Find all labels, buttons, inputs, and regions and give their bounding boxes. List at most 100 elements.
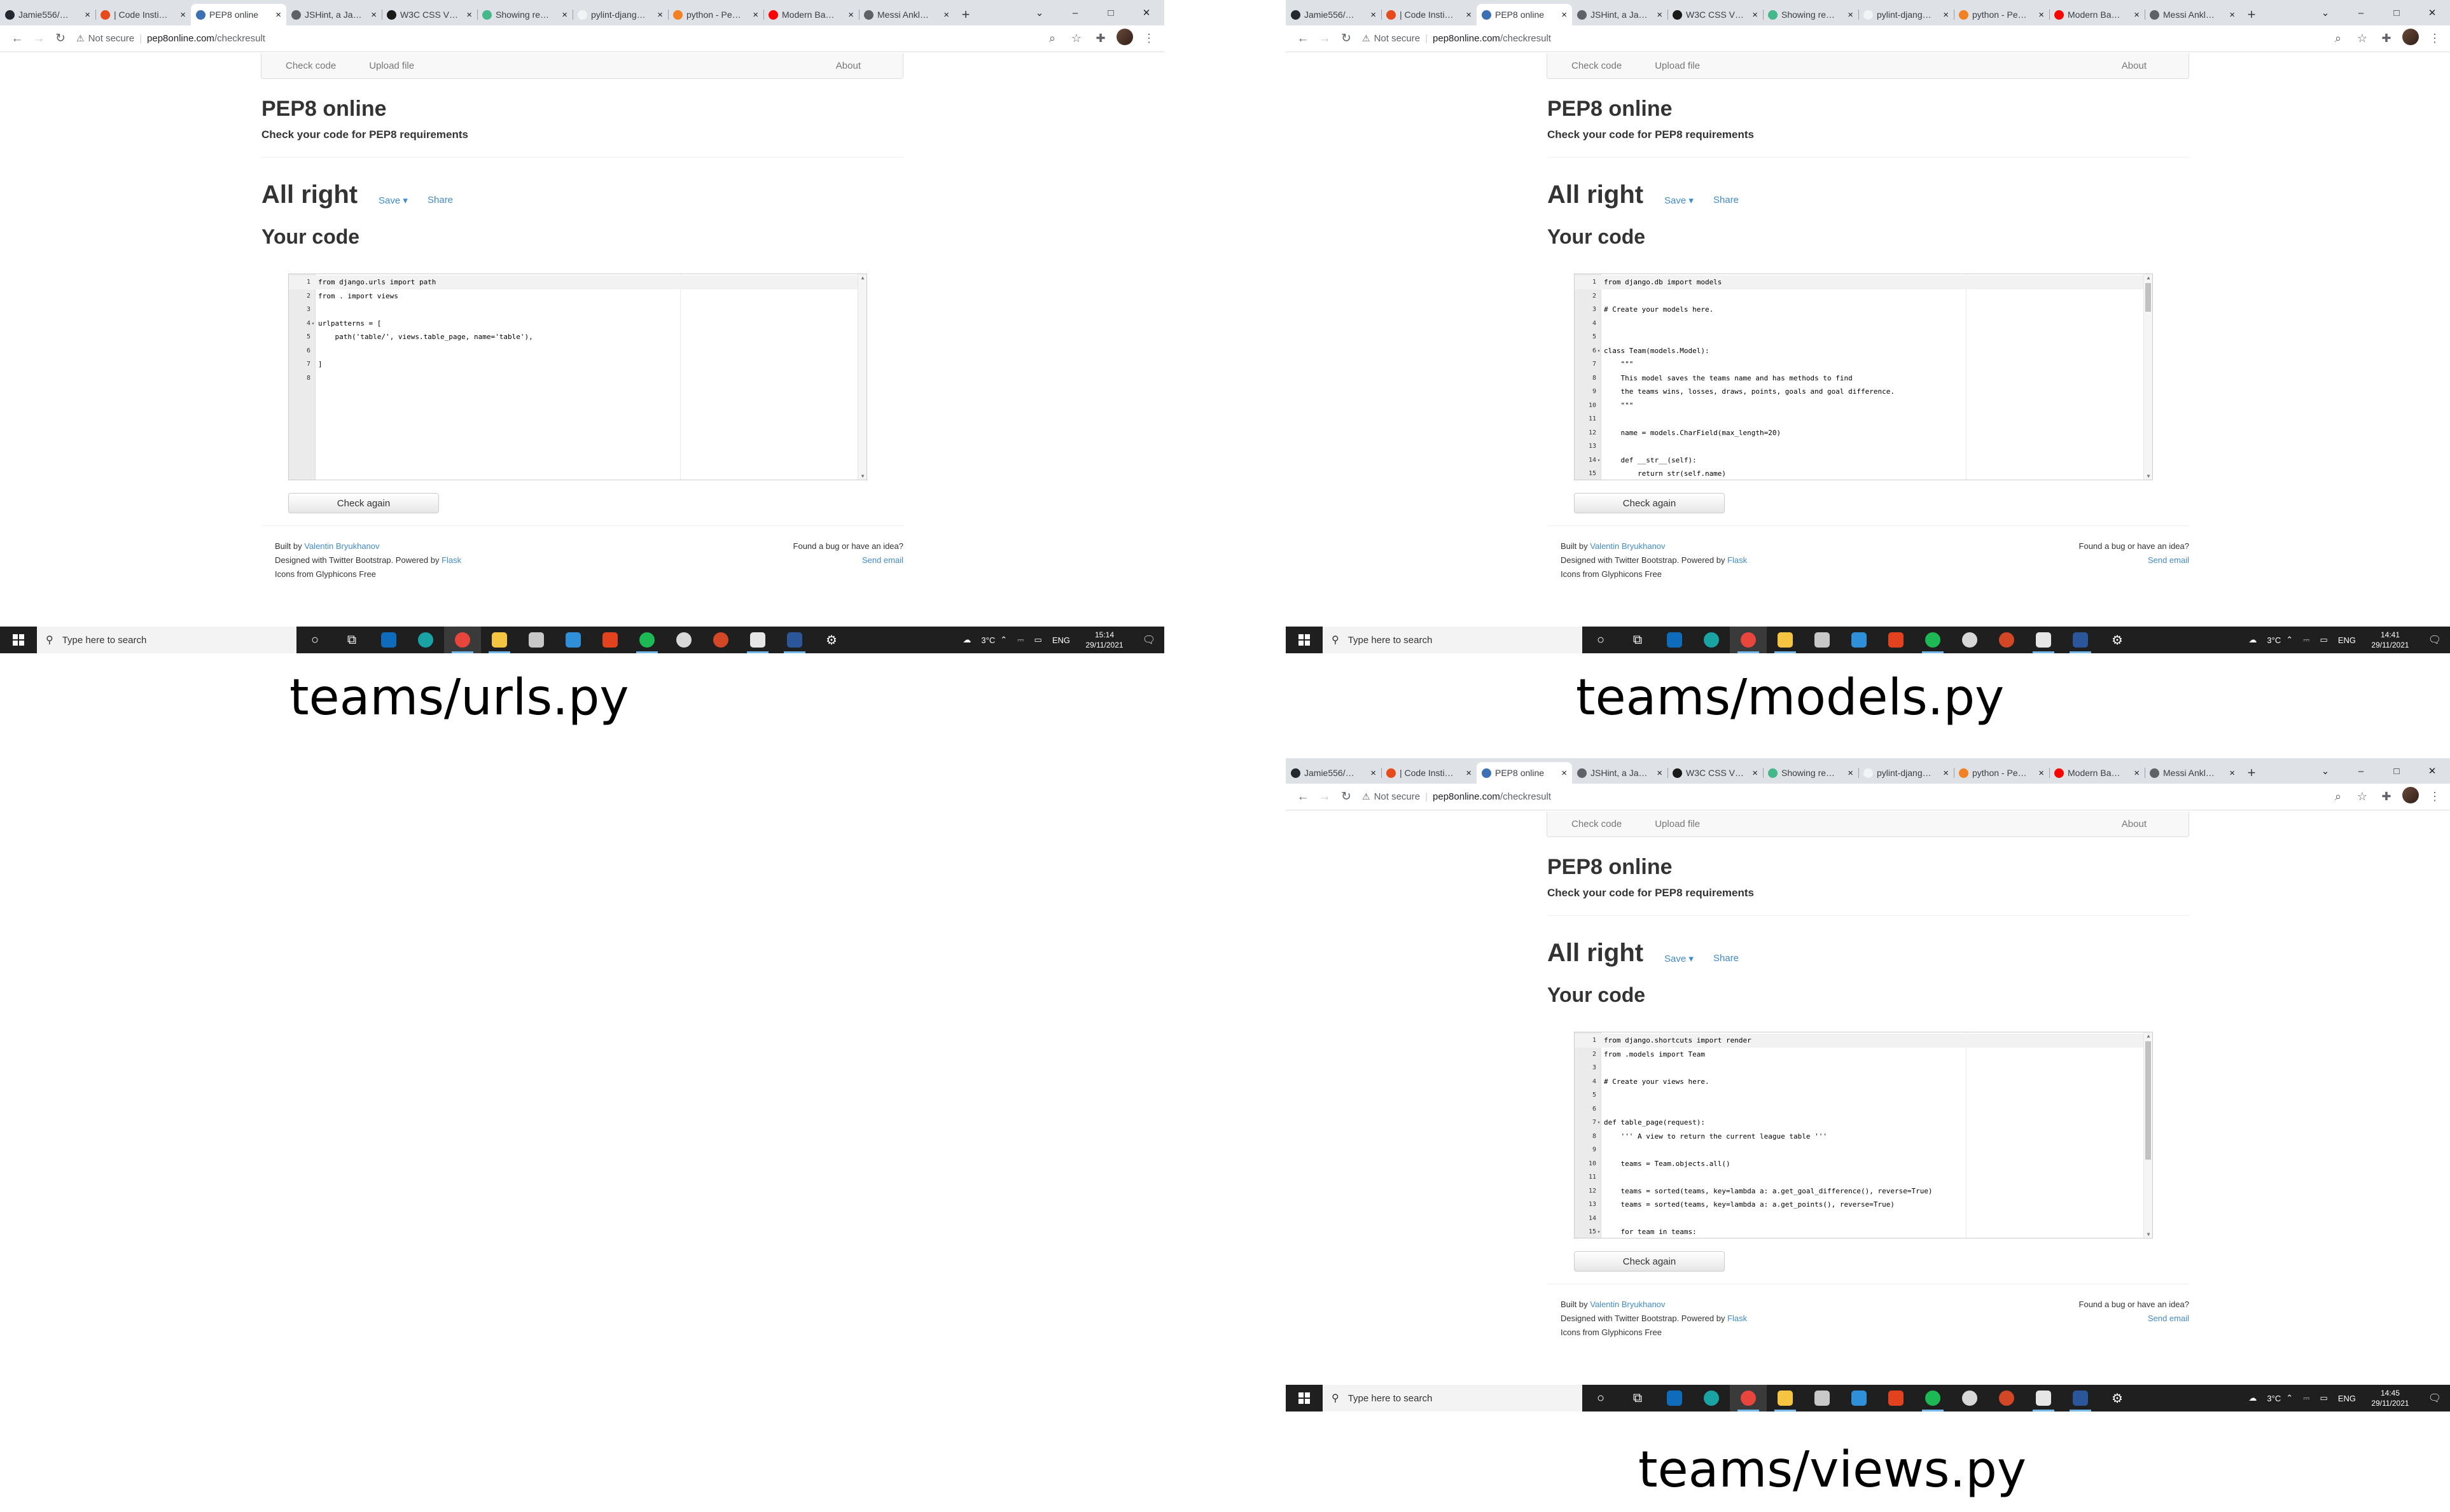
file-explorer-taskbar-button[interactable] bbox=[1767, 627, 1804, 653]
taskbar-search[interactable]: ⚲ Type here to search bbox=[1323, 627, 1582, 653]
tab-close-icon[interactable]: × bbox=[85, 10, 90, 20]
mail-taskbar-button[interactable] bbox=[1656, 627, 1693, 653]
extensions-puzzle-icon[interactable]: ✚ bbox=[2377, 32, 2395, 45]
notifications-icon[interactable]: 🗨 bbox=[2419, 634, 2450, 646]
start-button[interactable] bbox=[1286, 627, 1323, 653]
tab-close-icon[interactable]: × bbox=[275, 10, 281, 20]
tray-overflow-icon[interactable]: ⌃ bbox=[2286, 635, 2293, 645]
browser-tab[interactable]: pylint-djang… × bbox=[1858, 4, 1954, 25]
scroll-up-icon[interactable]: ▲ bbox=[2144, 275, 2152, 281]
browser-tab[interactable]: | Code Insti… × bbox=[95, 4, 191, 25]
calculator-taskbar-button[interactable] bbox=[1804, 627, 1841, 653]
tab-close-icon[interactable]: × bbox=[1657, 768, 1662, 779]
tab-close-icon[interactable]: × bbox=[1561, 768, 1567, 779]
language-indicator[interactable]: ENG bbox=[1052, 635, 1070, 645]
spotify-taskbar-button[interactable] bbox=[629, 627, 665, 653]
save-dropdown[interactable]: Save ▾ bbox=[1664, 953, 1694, 964]
tab-close-icon[interactable]: × bbox=[1657, 10, 1662, 20]
scroll-up-icon[interactable]: ▲ bbox=[2144, 1033, 2152, 1039]
flask-link[interactable]: Flask bbox=[442, 555, 461, 565]
share-link[interactable]: Share bbox=[1713, 953, 1739, 964]
nav-about[interactable]: About bbox=[2122, 819, 2147, 829]
browser-tab[interactable]: Messi Ankl… × bbox=[2145, 4, 2240, 25]
weather-icon[interactable]: ☁ bbox=[2248, 635, 2257, 645]
paint-taskbar-button[interactable] bbox=[2025, 627, 2062, 653]
chrome-taskbar-button[interactable] bbox=[444, 627, 481, 653]
browser-tab[interactable]: W3C CSS V… × bbox=[1667, 4, 1763, 25]
taskbar-clock[interactable]: 15:14 29/11/2021 bbox=[1075, 630, 1134, 650]
check-again-button[interactable]: Check again bbox=[1574, 493, 1725, 513]
weather-icon[interactable]: ☁ bbox=[2248, 1393, 2257, 1403]
task-view-taskbar-button[interactable]: ⧉ bbox=[1619, 627, 1656, 653]
browser-tab[interactable]: Jamie556/… × bbox=[0, 4, 95, 25]
browser-tab[interactable]: python - Pe… × bbox=[1954, 762, 2049, 784]
tab-close-icon[interactable]: × bbox=[1943, 768, 1949, 779]
office-taskbar-button[interactable] bbox=[1877, 1385, 1914, 1411]
extensions-puzzle-icon[interactable]: ✚ bbox=[2377, 790, 2395, 803]
profile-avatar[interactable] bbox=[2402, 787, 2419, 807]
browser-tab[interactable]: W3C CSS V… × bbox=[1667, 762, 1763, 784]
bookmark-star-icon[interactable]: ☆ bbox=[2353, 32, 2371, 45]
browser-tab[interactable]: Jamie556/… × bbox=[1286, 4, 1381, 25]
menu-kebab-icon[interactable]: ⋮ bbox=[2426, 32, 2444, 45]
tab-close-icon[interactable]: × bbox=[848, 10, 854, 20]
browser-tab[interactable]: Messi Ankl… × bbox=[2145, 762, 2240, 784]
save-dropdown[interactable]: Save ▾ bbox=[1664, 195, 1694, 206]
check-again-button[interactable]: Check again bbox=[288, 493, 439, 513]
extensions-puzzle-icon[interactable]: ✚ bbox=[1092, 32, 1110, 45]
flask-link[interactable]: Flask bbox=[1727, 555, 1747, 565]
edge-taskbar-button[interactable] bbox=[1693, 1385, 1730, 1411]
tray-overflow-icon[interactable]: ⌃ bbox=[1000, 635, 1007, 645]
browser-tab[interactable]: Modern Ba… × bbox=[2049, 4, 2145, 25]
chrome-canary-taskbar-button[interactable] bbox=[1951, 627, 1988, 653]
minimize-button[interactable]: – bbox=[2343, 766, 2379, 777]
powerpoint-taskbar-button[interactable] bbox=[1988, 1385, 2025, 1411]
taskbar-clock[interactable]: 14:41 29/11/2021 bbox=[2361, 630, 2419, 650]
tab-close-icon[interactable]: × bbox=[2229, 10, 2235, 20]
tab-close-icon[interactable]: × bbox=[2038, 10, 2044, 20]
task-view-taskbar-button[interactable]: ⧉ bbox=[1619, 1385, 1656, 1411]
mail-taskbar-button[interactable] bbox=[1656, 1385, 1693, 1411]
network-icon[interactable]: ⎓ bbox=[2303, 1393, 2309, 1403]
scroll-up-icon[interactable]: ▲ bbox=[858, 275, 867, 281]
notifications-icon[interactable]: 🗨 bbox=[1134, 634, 1164, 646]
browser-tab[interactable]: pylint-djang… × bbox=[1858, 762, 1954, 784]
cortana-taskbar-button[interactable]: ○ bbox=[296, 627, 333, 653]
network-icon[interactable]: ⎓ bbox=[2303, 635, 2309, 645]
powerpoint-taskbar-button[interactable] bbox=[1988, 627, 2025, 653]
browser-tab[interactable]: JSHint, a Ja… × bbox=[286, 4, 382, 25]
tab-close-icon[interactable]: × bbox=[1848, 768, 1853, 779]
fold-arrow-icon[interactable]: ▾ bbox=[1596, 1120, 1601, 1125]
calculator-taskbar-button[interactable] bbox=[518, 627, 555, 653]
send-email-link[interactable]: Send email bbox=[2148, 555, 2189, 565]
tab-close-icon[interactable]: × bbox=[657, 10, 663, 20]
nav-check-code[interactable]: Check code bbox=[1571, 819, 1622, 829]
forward-icon[interactable]: → bbox=[1314, 32, 1335, 46]
browser-tab[interactable]: | Code Insti… × bbox=[1381, 762, 1477, 784]
send-email-link[interactable]: Send email bbox=[2148, 1314, 2189, 1323]
new-tab-button[interactable]: + bbox=[954, 4, 977, 25]
fold-arrow-icon[interactable]: ▾ bbox=[1596, 348, 1601, 354]
forward-icon[interactable]: → bbox=[28, 32, 50, 46]
settings-taskbar-button[interactable]: ⚙ bbox=[2099, 1385, 2136, 1411]
new-tab-button[interactable]: + bbox=[2240, 762, 2263, 784]
send-email-link[interactable]: Send email bbox=[862, 555, 903, 565]
scroll-thumb[interactable] bbox=[2145, 1041, 2151, 1160]
powerpoint-taskbar-button[interactable] bbox=[702, 627, 739, 653]
minimize-button[interactable]: – bbox=[2343, 8, 2379, 18]
language-indicator[interactable]: ENG bbox=[2338, 1394, 2356, 1403]
taskbar-search[interactable]: ⚲ Type here to search bbox=[37, 627, 296, 653]
tab-close-icon[interactable]: × bbox=[753, 10, 758, 20]
tab-close-icon[interactable]: × bbox=[1466, 10, 1472, 20]
author-link[interactable]: Valentin Bryukhanov bbox=[304, 541, 379, 551]
profile-avatar[interactable] bbox=[1116, 29, 1134, 48]
weather-temp[interactable]: 3°C bbox=[981, 635, 995, 645]
fold-arrow-icon[interactable]: ▾ bbox=[1596, 1229, 1601, 1235]
tab-search-icon[interactable]: ⌄ bbox=[2307, 7, 2343, 18]
browser-tab[interactable]: Showing re… × bbox=[1763, 762, 1858, 784]
battery-icon[interactable]: ▭ bbox=[2320, 635, 2328, 645]
settings-taskbar-button[interactable]: ⚙ bbox=[2099, 627, 2136, 653]
new-tab-button[interactable]: + bbox=[2240, 4, 2263, 25]
office-taskbar-button[interactable] bbox=[1877, 627, 1914, 653]
nav-about[interactable]: About bbox=[2122, 60, 2147, 71]
